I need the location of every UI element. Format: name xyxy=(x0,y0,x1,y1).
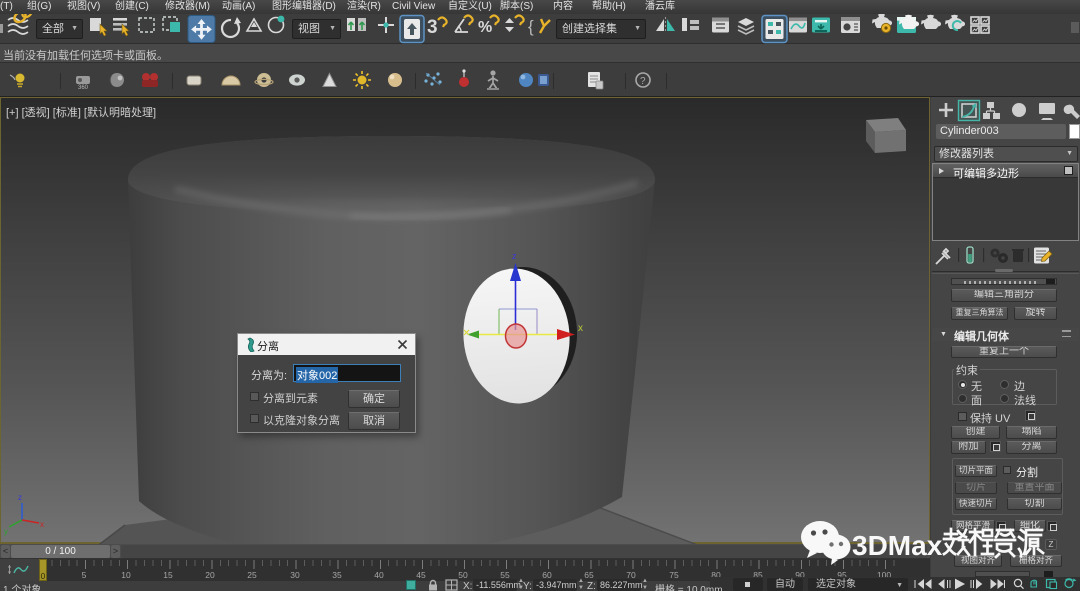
svg-text:%: % xyxy=(478,19,492,36)
svg-text:?: ? xyxy=(640,76,646,87)
svg-text:z: z xyxy=(512,251,517,261)
svg-text:{: { xyxy=(528,17,534,36)
svg-text:z: z xyxy=(18,493,22,502)
svg-text:x: x xyxy=(578,323,583,334)
svg-text:y: y xyxy=(4,527,8,536)
svg-text:3DMax: 3DMax xyxy=(852,530,943,561)
svg-text:3: 3 xyxy=(427,17,438,38)
svg-text:360: 360 xyxy=(78,85,89,91)
svg-text:x: x xyxy=(40,520,44,529)
